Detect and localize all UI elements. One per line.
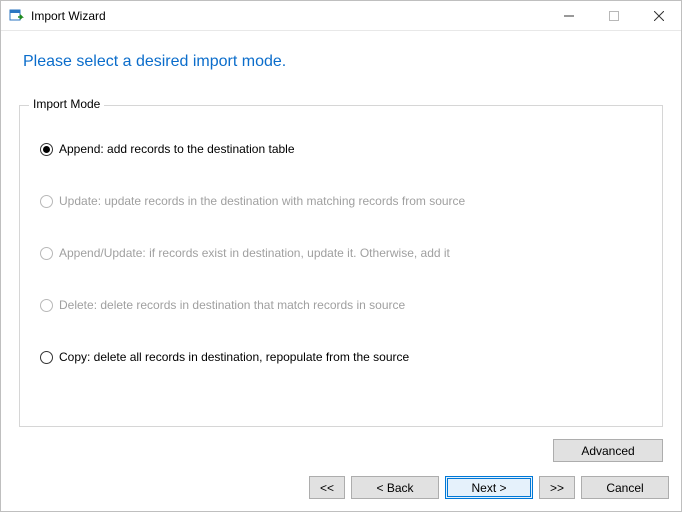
window-controls [546, 1, 681, 30]
radio-label: Copy: delete all records in destination,… [59, 350, 409, 364]
radio-copy[interactable]: Copy: delete all records in destination,… [40, 350, 642, 364]
page-heading: Please select a desired import mode. [1, 31, 681, 105]
window-title: Import Wizard [31, 9, 106, 23]
titlebar: Import Wizard [1, 1, 681, 31]
wizard-footer: << < Back Next > >> Cancel [1, 462, 681, 511]
radio-append-update: Append/Update: if records exist in desti… [40, 246, 642, 260]
maximize-button [591, 1, 636, 30]
radio-label: Append/Update: if records exist in desti… [59, 246, 450, 260]
radio-append[interactable]: Append: add records to the destination t… [40, 142, 642, 156]
minimize-button[interactable] [546, 1, 591, 30]
radio-icon [40, 195, 53, 208]
radio-icon [40, 247, 53, 260]
radio-label: Delete: delete records in destination th… [59, 298, 405, 312]
radio-label: Append: add records to the destination t… [59, 142, 295, 156]
last-button[interactable]: >> [539, 476, 575, 499]
radio-label: Update: update records in the destinatio… [59, 194, 465, 208]
cancel-button[interactable]: Cancel [581, 476, 669, 499]
radio-update: Update: update records in the destinatio… [40, 194, 642, 208]
advanced-row: Advanced [1, 427, 681, 462]
next-button[interactable]: Next > [445, 476, 533, 499]
back-button[interactable]: < Back [351, 476, 439, 499]
close-button[interactable] [636, 1, 681, 30]
import-wizard-window: Import Wizard Please select a desired im… [0, 0, 682, 512]
group-legend: Import Mode [29, 97, 104, 111]
radio-icon [40, 351, 53, 364]
import-mode-group: Import Mode Append: add records to the d… [19, 105, 663, 427]
app-icon [9, 8, 25, 24]
advanced-button[interactable]: Advanced [553, 439, 663, 462]
radio-icon [40, 143, 53, 156]
radio-delete: Delete: delete records in destination th… [40, 298, 642, 312]
first-button[interactable]: << [309, 476, 345, 499]
radio-icon [40, 299, 53, 312]
